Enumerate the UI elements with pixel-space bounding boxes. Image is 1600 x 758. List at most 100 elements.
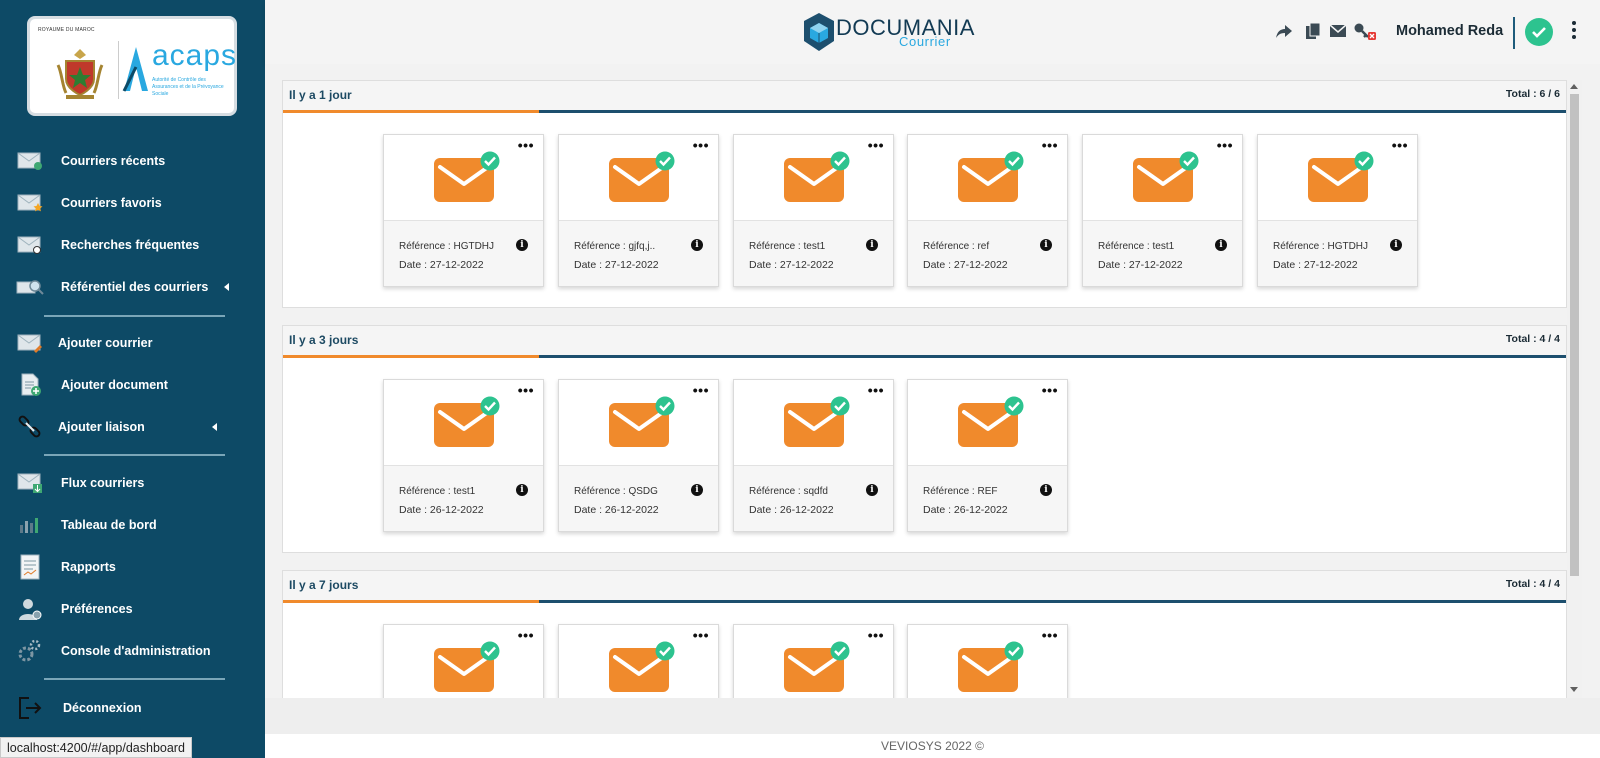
nav-referentiel-courriers[interactable]: Référentiel des courriers — [0, 269, 265, 305]
content-scrollbar[interactable] — [1567, 80, 1582, 698]
ellipsis-icon[interactable]: ••• — [1042, 628, 1058, 642]
nav-console-administration[interactable]: Console d'administration — [0, 633, 265, 669]
nav-courriers-favoris[interactable]: Courriers favoris — [0, 185, 265, 221]
card-date: Date : 27-12-2022 — [574, 259, 659, 271]
info-icon[interactable]: i — [1040, 484, 1052, 496]
card-date: Date : 26-12-2022 — [923, 504, 1008, 516]
ellipsis-icon[interactable]: ••• — [1042, 138, 1058, 152]
nav-rapports[interactable]: Rapports — [0, 549, 265, 585]
envelope-download-icon — [16, 470, 44, 496]
ellipsis-icon[interactable]: ••• — [693, 138, 709, 152]
nav-label: Ajouter courrier — [58, 336, 153, 350]
card-date: Date : 27-12-2022 — [1273, 259, 1358, 271]
card-preview: ••• — [734, 135, 893, 221]
nav-preferences[interactable]: Préférences — [0, 591, 265, 627]
mail-card[interactable]: ••• Référence : HGTDHJ i Date : 27-12-2022 — [1257, 134, 1418, 287]
caret-left-icon — [224, 283, 229, 291]
nav-ajouter-liaison[interactable]: Ajouter liaison — [0, 409, 265, 445]
card-reference: Référence : test1 — [749, 241, 826, 252]
ellipsis-icon[interactable]: ••• — [1392, 138, 1408, 152]
mail-card[interactable]: ••• Référence : test1 i Date : 26-12-2022 — [383, 379, 544, 532]
ellipsis-icon[interactable]: ••• — [518, 383, 534, 397]
check-badge-icon — [830, 396, 850, 416]
nav-recherches-frequentes[interactable]: Recherches fréquentes — [0, 227, 265, 263]
share-icon[interactable] — [1275, 22, 1293, 40]
nav-label: Rapports — [61, 560, 116, 574]
check-badge-icon — [655, 396, 675, 416]
key-revoke-icon[interactable] — [1353, 22, 1377, 40]
nav-tableau-de-bord[interactable]: Tableau de bord — [0, 507, 265, 543]
copy-icon[interactable] — [1304, 22, 1322, 40]
card-date: Date : 26-12-2022 — [574, 504, 659, 516]
card-reference: Référence : HGTDHJ — [399, 241, 495, 252]
mail-card[interactable]: ••• Référence : REF i Date : 26-12-2022 — [907, 379, 1068, 532]
section-divider — [283, 110, 1566, 113]
user-name[interactable]: Mohamed Reda — [1396, 23, 1503, 39]
mail-card[interactable]: ••• Référence : test1 i Date : 27-12-2022 — [733, 134, 894, 287]
info-icon[interactable]: i — [866, 239, 878, 251]
ellipsis-icon[interactable]: ••• — [693, 628, 709, 642]
section-title: Il y a 3 jours — [289, 333, 359, 347]
nav-label: Ajouter document — [61, 378, 168, 392]
mail-card[interactable]: ••• Référence : test1 i Date : 27-12-2022 — [1082, 134, 1243, 287]
mail-card[interactable]: •••i — [907, 624, 1068, 698]
check-circle-icon[interactable] — [1525, 18, 1553, 46]
ellipsis-icon[interactable]: ••• — [868, 138, 884, 152]
info-icon[interactable]: i — [1215, 239, 1227, 251]
section-title: Il y a 1 jour — [289, 88, 352, 102]
section-header: Il y a 3 jours Total : 4 / 4 — [283, 326, 1566, 355]
ellipsis-icon[interactable]: ••• — [1217, 138, 1233, 152]
info-icon[interactable]: i — [516, 239, 528, 251]
nav-label: Tableau de bord — [61, 518, 157, 532]
bar-chart-icon — [16, 512, 44, 538]
time-section: Il y a 3 jours Total : 4 / 4 ••• Référence … — [282, 325, 1567, 553]
documania-cube-icon — [804, 13, 834, 51]
nav-label: Recherches fréquentes — [61, 238, 200, 252]
ellipsis-icon[interactable]: ••• — [693, 383, 709, 397]
scroll-up-icon[interactable] — [1570, 84, 1578, 89]
scroll-down-icon[interactable] — [1570, 687, 1578, 692]
info-icon[interactable]: i — [691, 239, 703, 251]
card-preview: ••• — [1083, 135, 1242, 221]
card-date: Date : 27-12-2022 — [749, 259, 834, 271]
ellipsis-icon[interactable]: ••• — [518, 628, 534, 642]
check-badge-icon — [480, 151, 500, 171]
card-preview: ••• — [908, 625, 1067, 698]
mail-card[interactable]: •••i — [558, 624, 719, 698]
nav-flux-courriers[interactable]: Flux courriers — [0, 465, 265, 501]
mail-card[interactable]: ••• Référence : ref i Date : 27-12-2022 — [907, 134, 1068, 287]
card-preview: ••• — [734, 625, 893, 698]
info-icon[interactable]: i — [1040, 239, 1052, 251]
ellipsis-icon[interactable]: ••• — [1042, 383, 1058, 397]
scrollbar-thumb[interactable] — [1570, 94, 1579, 576]
section-total: Total : 4 / 4 — [1505, 578, 1560, 590]
nav-deconnexion[interactable]: Déconnexion — [0, 690, 265, 726]
nav-ajouter-courrier[interactable]: Ajouter courrier — [0, 325, 265, 361]
nav-ajouter-document[interactable]: Ajouter document — [0, 367, 265, 403]
card-reference: Référence : REF — [923, 486, 998, 497]
card-reference: Référence : HGTDHJ — [1273, 241, 1369, 252]
more-vertical-icon[interactable] — [1571, 21, 1577, 41]
card-reference: Référence : sqdfd — [749, 486, 828, 497]
check-badge-icon — [1004, 396, 1024, 416]
info-icon[interactable]: i — [1390, 239, 1402, 251]
info-icon[interactable]: i — [516, 484, 528, 496]
card-date: Date : 26-12-2022 — [399, 504, 484, 516]
mail-card[interactable]: •••i — [733, 624, 894, 698]
mail-card[interactable]: ••• Référence : QSDG i Date : 26-12-2022 — [558, 379, 719, 532]
ellipsis-icon[interactable]: ••• — [868, 628, 884, 642]
nav-label: Courriers récents — [61, 154, 166, 168]
mail-icon[interactable] — [1329, 22, 1347, 40]
mail-card[interactable]: •••i — [383, 624, 544, 698]
mail-card[interactable]: ••• Référence : gjfq,j.. i Date : 27-12-202… — [558, 134, 719, 287]
card-preview: ••• — [384, 625, 543, 698]
mail-card[interactable]: ••• Référence : HGTDHJ i Date : 27-12-2022 — [383, 134, 544, 287]
acaps-logo[interactable]: ROYAUME DU MAROC acaps Autorité de Contr… — [27, 16, 237, 116]
info-icon[interactable]: i — [691, 484, 703, 496]
logo-divider — [118, 41, 119, 99]
ellipsis-icon[interactable]: ••• — [518, 138, 534, 152]
info-icon[interactable]: i — [866, 484, 878, 496]
mail-card[interactable]: ••• Référence : sqdfd i Date : 26-12-2022 — [733, 379, 894, 532]
nav-courriers-recents[interactable]: Courriers récents — [0, 143, 265, 179]
ellipsis-icon[interactable]: ••• — [868, 383, 884, 397]
